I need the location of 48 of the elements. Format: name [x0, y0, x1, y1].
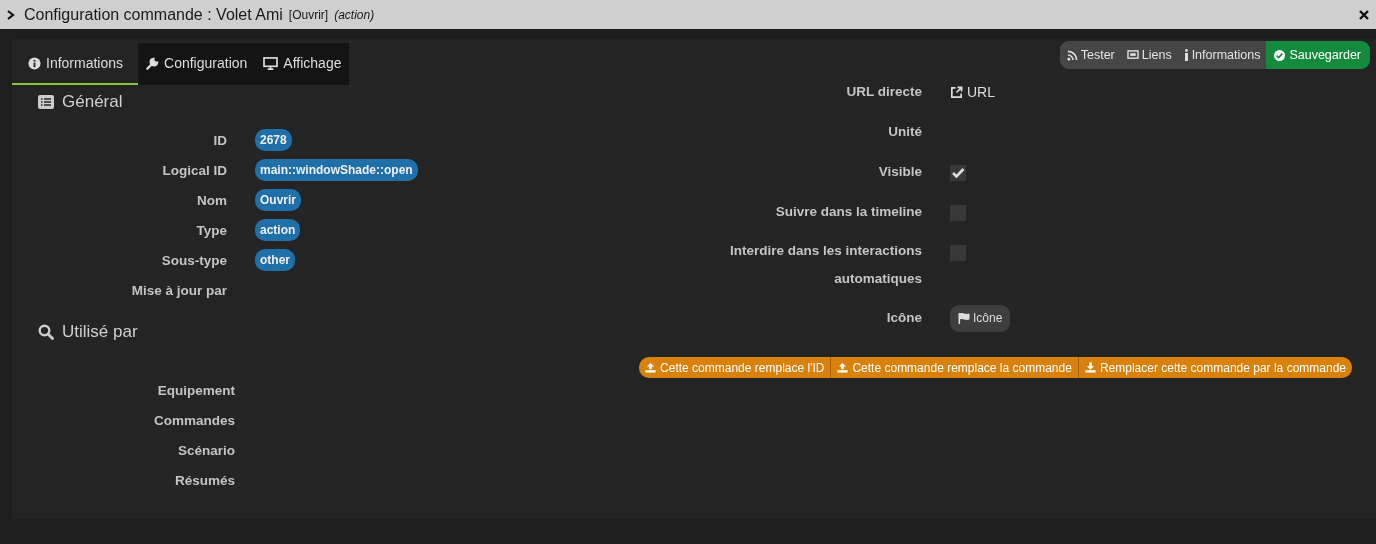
rss-icon: [1066, 49, 1078, 61]
field-label: Unité: [888, 123, 922, 141]
field-label: URL directe: [846, 83, 922, 101]
value-tag: 2678: [255, 129, 292, 151]
field-label: Interdire dans les interactions automatiques: [728, 242, 922, 288]
command-type-tag: (action): [334, 7, 375, 22]
field-label: Commandes: [152, 412, 235, 428]
field-label: Suivre dans la timeline: [775, 203, 922, 221]
tab[interactable]: Affichage: [255, 43, 350, 85]
save-button[interactable]: Sauvegarder: [1266, 41, 1370, 69]
upload-icon: [645, 362, 657, 373]
tab[interactable]: Configuration: [138, 43, 256, 85]
value-tag: main::windowShade::open: [255, 159, 418, 181]
url-link[interactable]: URL: [950, 84, 995, 100]
value-tag: other: [255, 249, 295, 271]
section-title: Général: [62, 92, 123, 112]
close-icon[interactable]: [1359, 9, 1369, 20]
checkbox[interactable]: [950, 164, 966, 181]
field-label: Equipement: [156, 382, 235, 398]
monitor-icon: [263, 56, 279, 70]
field-label: Icône: [886, 309, 922, 327]
section-title: Utilisé par: [62, 322, 138, 342]
field-label: Mise à jour par: [130, 282, 227, 298]
field-label: ID: [212, 132, 227, 148]
icon-button[interactable]: Icône: [950, 304, 1011, 332]
window-title: Configuration commande : Volet Ami: [24, 5, 283, 24]
field-label: Logical ID: [161, 162, 227, 178]
value-tag: Ouvrir: [255, 189, 301, 211]
chevron-icon: [7, 9, 15, 20]
field-label: Type: [195, 222, 227, 238]
check-circle-icon: [1274, 49, 1286, 61]
list-icon: [38, 95, 54, 109]
field-label: Visible: [878, 163, 922, 181]
field-label: Sous-type: [160, 252, 227, 268]
flag-icon: [958, 312, 970, 324]
field-label: Résumés: [173, 472, 235, 488]
field-label: Nom: [196, 192, 227, 208]
wrench-icon: [146, 56, 160, 70]
frame-icon: [1126, 50, 1139, 60]
command-name-tag: [Ouvrir]: [288, 7, 329, 22]
download-icon: [1084, 362, 1096, 373]
external-link-icon: [950, 85, 963, 99]
info-icon: [1183, 49, 1189, 61]
info-icon: [28, 56, 41, 70]
value-tag: action: [255, 219, 301, 241]
search-icon: [38, 324, 54, 340]
field-label: Scénario: [176, 442, 235, 458]
upload-icon: [837, 362, 849, 373]
